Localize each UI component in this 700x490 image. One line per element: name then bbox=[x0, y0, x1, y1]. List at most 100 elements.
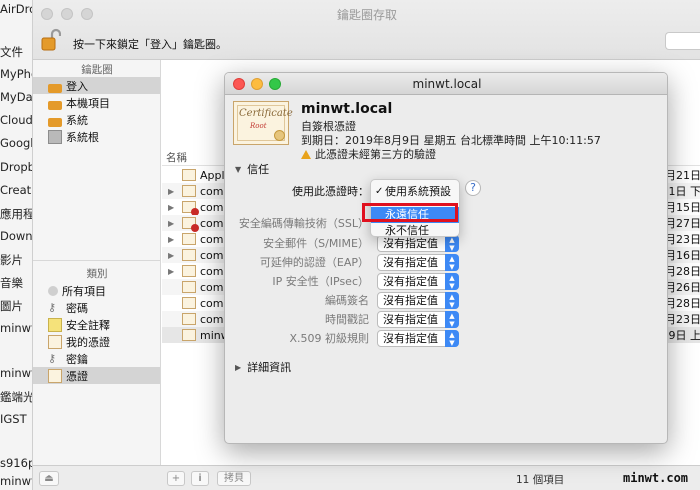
finder-item[interactable]: 影片 bbox=[0, 252, 32, 268]
info-button[interactable]: i bbox=[191, 471, 209, 486]
certificate-icon bbox=[182, 297, 196, 309]
sidebar-item-keys[interactable]: ⚷ 密鑰 bbox=[33, 350, 160, 367]
certificate-icon bbox=[182, 169, 196, 181]
sidebar-item-label: 系統 bbox=[66, 113, 88, 127]
finder-item[interactable]: 鑑端光碟 bbox=[0, 389, 32, 405]
disclosure-triangle-icon[interactable]: ▶ bbox=[168, 203, 178, 212]
trust-section-toggle[interactable]: ▼ 信任 bbox=[235, 161, 269, 177]
certificate-name: minwt.local bbox=[301, 101, 393, 117]
finder-item[interactable]: minwt bbox=[0, 321, 32, 335]
sidebar-item-label: 本機項目 bbox=[66, 96, 110, 110]
sidebar-item-system[interactable]: 系統 bbox=[33, 111, 160, 128]
sidebar-item-label: 憑證 bbox=[66, 369, 88, 383]
finder-item[interactable]: MyPho bbox=[0, 67, 32, 81]
finder-item[interactable]: 圖片 bbox=[0, 298, 32, 314]
sidebar-item-label: 密鑰 bbox=[66, 352, 88, 366]
categories-header: 類別 bbox=[86, 268, 108, 280]
padlock-icon bbox=[48, 100, 62, 110]
details-header: 詳細資訊 bbox=[247, 361, 292, 374]
finder-item[interactable]: 音樂 bbox=[0, 275, 32, 291]
finder-item[interactable]: s916p bbox=[0, 456, 32, 470]
sidebar-toggle-button[interactable]: ⏏ bbox=[39, 471, 59, 486]
watermark: minwt.com bbox=[623, 471, 689, 485]
sidebar-item-local-items[interactable]: 本機項目 bbox=[33, 94, 160, 111]
menu-item-label: 使用系統預設 bbox=[385, 185, 451, 198]
sidebar-item-label: 系統根 bbox=[66, 130, 99, 144]
help-button[interactable]: ? bbox=[465, 180, 481, 196]
disclosure-open-icon: ▼ bbox=[235, 164, 242, 174]
select-value: 沒有指定值 bbox=[383, 275, 438, 288]
sidebar-item-secure-notes[interactable]: 安全註釋 bbox=[33, 316, 160, 333]
dialog-title: minwt.local bbox=[412, 77, 482, 91]
field-label-smime: 安全郵件（S/MIME） bbox=[263, 237, 369, 250]
stepper-arrows-icon: ▲ ▼ bbox=[445, 292, 459, 309]
copy-button[interactable]: 拷貝 bbox=[217, 471, 251, 486]
certificate-icon bbox=[182, 313, 196, 325]
finder-item[interactable]: Downlo bbox=[0, 229, 32, 243]
select-value: 沒有指定值 bbox=[383, 332, 438, 345]
eap-select[interactable]: 沒有指定值 ▲ ▼ bbox=[377, 254, 459, 271]
disclosure-closed-icon: ▶ bbox=[235, 362, 242, 372]
sidebar-item-system-roots[interactable]: 系統根 bbox=[33, 128, 160, 145]
certificate-icon bbox=[182, 233, 196, 245]
cert-badge-title: Certificate bbox=[239, 108, 293, 119]
sidebar-item-label: 我的憑證 bbox=[66, 335, 110, 349]
finder-item[interactable]: 應用程式 bbox=[0, 206, 32, 222]
certificate-icon bbox=[182, 265, 196, 277]
details-section-toggle[interactable]: ▶ 詳細資訊 bbox=[235, 359, 291, 375]
finder-item[interactable]: 文件 bbox=[0, 44, 32, 60]
finder-item[interactable]: MyDat bbox=[0, 90, 32, 104]
checkmark-icon: ✓ bbox=[375, 186, 384, 197]
invalid-certificate-icon bbox=[182, 201, 199, 216]
sidebar-item-certificates[interactable]: 憑證 bbox=[33, 367, 160, 384]
sidebar-item-all-items[interactable]: 所有項目 bbox=[33, 282, 160, 299]
field-label-x509: X.509 初級規則 bbox=[289, 332, 369, 345]
disclosure-triangle-icon[interactable]: ▶ bbox=[168, 235, 178, 244]
x509-select[interactable]: 沒有指定值 ▲ ▼ bbox=[377, 330, 459, 347]
finder-item[interactable]: minwt- bbox=[0, 366, 32, 380]
search-input[interactable] bbox=[665, 32, 700, 50]
certificate-icon bbox=[182, 281, 196, 293]
add-button[interactable]: + bbox=[167, 471, 185, 486]
code-signing-select[interactable]: 沒有指定值 ▲ ▼ bbox=[377, 292, 459, 309]
trust-header: 信任 bbox=[247, 163, 270, 176]
sidebar-item-passwords[interactable]: ⚷ 密碼 bbox=[33, 299, 160, 316]
padlock-icon bbox=[48, 117, 62, 127]
select-value: 沒有指定值 bbox=[383, 294, 438, 307]
stepper-arrows-icon: ▲ ▼ bbox=[445, 330, 459, 347]
finder-item[interactable]: minwt- bbox=[0, 474, 32, 488]
people-icon bbox=[48, 285, 58, 296]
unlocked-padlock-icon bbox=[48, 83, 62, 93]
finder-item[interactable]: Google bbox=[0, 136, 32, 150]
timestamping-select[interactable]: 沒有指定值 ▲ ▼ bbox=[377, 311, 459, 328]
menu-item-label: 永不信任 bbox=[385, 224, 429, 237]
sidebar-item-label: 安全註釋 bbox=[66, 318, 110, 332]
stepper-arrows-icon: ▲ ▼ bbox=[445, 254, 459, 271]
menu-item-use-system-defaults[interactable]: ✓ 使用系統預設 bbox=[371, 184, 459, 200]
warning-icon bbox=[301, 149, 311, 159]
menu-item-never-trust[interactable]: 永不信任 bbox=[371, 223, 459, 239]
disclosure-triangle-icon[interactable]: ▶ bbox=[168, 267, 178, 276]
finder-item[interactable]: Creativ bbox=[0, 183, 32, 197]
finder-item[interactable]: Dropbo bbox=[0, 160, 32, 174]
disclosure-triangle-icon[interactable]: ▶ bbox=[168, 251, 178, 260]
finder-item[interactable]: AirDrop bbox=[0, 2, 32, 16]
field-label-timestamping: 時間戳記 bbox=[325, 313, 369, 326]
finder-sidebar-background: AirDrop 文件 MyPho MyDat Cloud Google Drop… bbox=[0, 0, 32, 490]
ipsec-select[interactable]: 沒有指定值 ▲ ▼ bbox=[377, 273, 459, 290]
unlocked-padlock-icon[interactable] bbox=[41, 28, 61, 52]
certificate-icon bbox=[182, 329, 196, 341]
when-using-label: 使用此憑證時： bbox=[292, 185, 369, 198]
cabinet-icon bbox=[48, 129, 62, 144]
finder-item[interactable]: IGST bbox=[0, 412, 32, 426]
keychains-header: 鑰匙圈 bbox=[81, 64, 113, 76]
warning-text: 此憑證未經第三方的驗證 bbox=[315, 148, 436, 161]
sidebar-item-label: 所有項目 bbox=[62, 284, 106, 298]
sidebar-item-login[interactable]: 登入 bbox=[33, 77, 160, 94]
disclosure-triangle-icon[interactable]: ▶ bbox=[168, 219, 178, 228]
disclosure-triangle-icon[interactable]: ▶ bbox=[168, 187, 178, 196]
item-count: 11 個項目 bbox=[516, 474, 565, 486]
finder-item[interactable]: Cloud bbox=[0, 113, 32, 127]
certificate-icon bbox=[48, 334, 62, 349]
sidebar-item-my-certificates[interactable]: 我的憑證 bbox=[33, 333, 160, 350]
